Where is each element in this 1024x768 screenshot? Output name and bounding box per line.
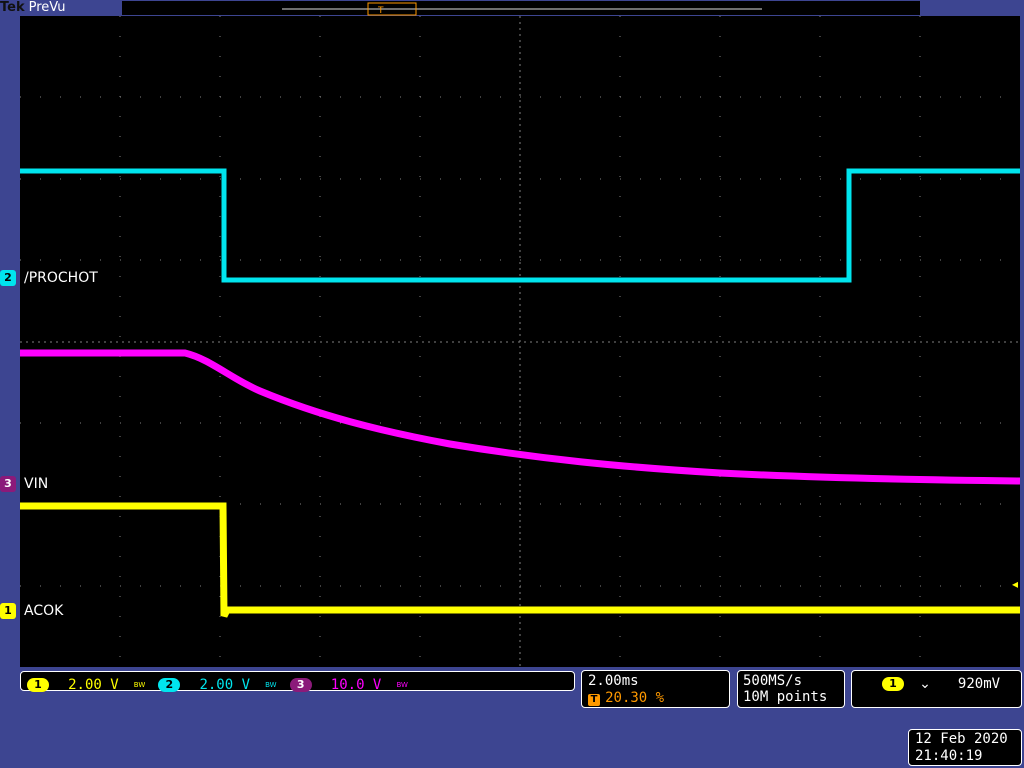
datetime-panel: 12 Feb 2020 21:40:19 — [908, 729, 1022, 766]
ch1-waveform — [20, 502, 1020, 618]
ch2-waveform — [20, 168, 1020, 283]
time-scale: 2.00ms — [588, 673, 639, 689]
ch1-ground-marker[interactable]: 1 — [0, 603, 16, 619]
ch3-scale: 10.0 V — [330, 676, 382, 693]
trigger-source-badge: 1 — [882, 676, 904, 691]
trigger-position-value: 20.30 % — [605, 690, 665, 706]
ch2-scale: 2.00 V — [199, 676, 251, 693]
ch2-ground-marker[interactable]: 2 — [0, 270, 16, 286]
ch3-label: VIN — [24, 476, 49, 492]
bandwidth-limit-icon: BW — [396, 680, 408, 689]
ch3-ground-marker[interactable]: 3 — [0, 476, 16, 492]
waveforms — [20, 168, 1020, 618]
brand: Tek PreVu — [0, 0, 66, 15]
ch2-badge[interactable]: 2 — [158, 677, 181, 692]
brand-name: Tek — [0, 0, 25, 15]
bandwidth-limit-icon: BW — [133, 680, 146, 689]
trigger-position-badge: T — [588, 694, 600, 706]
trigger-level-icon[interactable]: ◂ — [1012, 578, 1018, 590]
bandwidth-limit-icon: BW — [265, 680, 277, 689]
ch1-badge[interactable]: 1 — [27, 677, 49, 692]
sample-rate: 500MS/s — [743, 673, 803, 689]
falling-edge-icon: ⌄ — [919, 675, 931, 692]
record-overview-bar[interactable]: T — [122, 1, 920, 16]
record-overview-graphic: T — [282, 2, 762, 16]
acquisition-mode: PreVu — [28, 0, 66, 15]
ch1-label: ACOK — [24, 603, 64, 619]
date: 12 Feb 2020 — [915, 731, 1008, 747]
waveform-display[interactable] — [20, 16, 1020, 667]
ch3-badge[interactable]: 3 — [289, 677, 312, 692]
ch3-waveform — [20, 349, 1020, 485]
time: 21:40:19 — [915, 748, 983, 764]
ch1-scale: 2.00 V — [68, 676, 119, 693]
acquisition-panel[interactable]: 500MS/s 10M points — [737, 670, 845, 708]
record-length: 10M points — [743, 689, 828, 705]
trigger-panel[interactable]: 1 ⌄ 920mV — [851, 670, 1022, 708]
overview-trigger-mark: T — [377, 6, 384, 16]
horizontal-settings-panel[interactable]: 2.00ms T 20.30 % — [581, 670, 730, 708]
trigger-level: 920mV — [957, 675, 1001, 692]
ch2-label: /PROCHOT — [24, 270, 98, 286]
vertical-settings-panel[interactable]: 1 2.00 V BW 2 2.00 V BW 3 10.0 V BW — [20, 671, 575, 693]
